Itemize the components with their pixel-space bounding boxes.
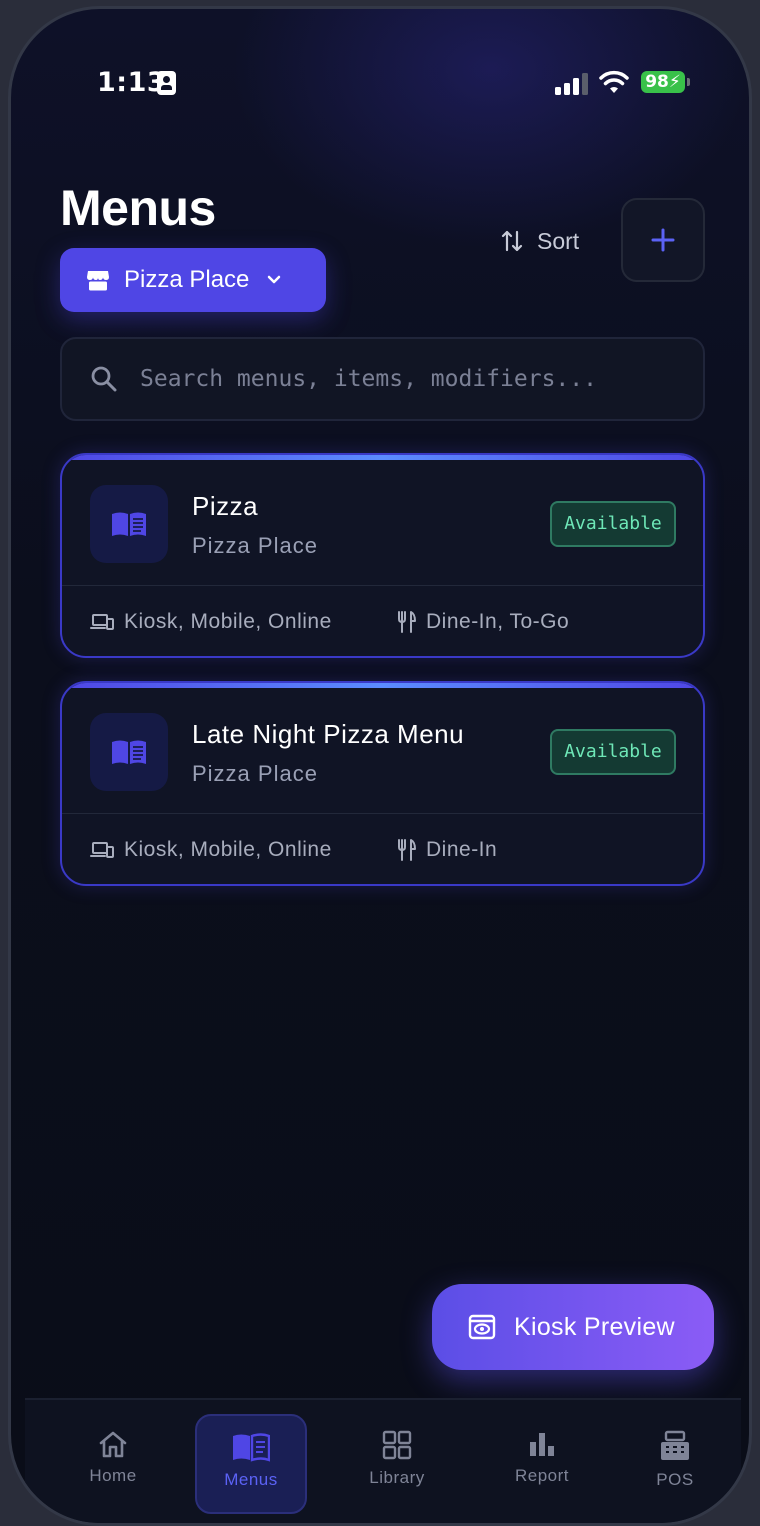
status-badge: Available	[550, 729, 676, 775]
sort-arrows-icon	[501, 230, 523, 252]
kiosk-preview-label: Kiosk Preview	[514, 1312, 675, 1341]
sort-button[interactable]: Sort	[501, 223, 579, 259]
grid-icon	[382, 1430, 412, 1460]
home-icon	[99, 1431, 127, 1458]
nav-label: POS	[656, 1470, 694, 1489]
add-menu-button[interactable]	[621, 198, 705, 282]
channels-label: Kiosk, Mobile, Online	[124, 838, 332, 861]
sort-label: Sort	[537, 227, 580, 254]
kiosk-preview-button[interactable]: Kiosk Preview	[432, 1284, 714, 1370]
menu-thumbnail	[90, 485, 168, 563]
devices-icon	[90, 842, 114, 858]
utensils-icon	[398, 611, 416, 633]
menu-location: Pizza Place	[192, 533, 318, 558]
utensils-icon	[398, 839, 416, 861]
store-icon	[87, 271, 109, 291]
eye-preview-icon	[468, 1314, 496, 1340]
chevron-down-icon	[268, 275, 281, 284]
card-accent-bar	[62, 455, 703, 460]
menu-name: Late Night Pizza Menu	[192, 719, 465, 749]
bar-chart-icon	[530, 1433, 554, 1456]
menu-card[interactable]: Late Night Pizza Menu Pizza Place Availa…	[60, 681, 705, 886]
status-bar: 1:13 98⚡	[11, 67, 749, 103]
cellular-signal-icon	[555, 73, 589, 95]
status-badge: Available	[550, 501, 676, 547]
nav-item-pos[interactable]: POS	[619, 1414, 731, 1514]
search-bar[interactable]	[60, 337, 705, 421]
contact-card-icon	[157, 71, 176, 95]
search-icon	[91, 366, 117, 392]
nav-item-report[interactable]: Report	[486, 1414, 598, 1514]
status-time: 1:13	[97, 67, 167, 98]
nav-label: Library	[369, 1468, 425, 1487]
channels-info: Kiosk, Mobile, Online	[90, 835, 332, 865]
wifi-icon	[599, 70, 629, 93]
channels-info: Kiosk, Mobile, Online	[90, 607, 332, 637]
nav-item-home[interactable]: Home	[57, 1414, 169, 1514]
card-divider	[62, 813, 703, 814]
search-input[interactable]	[140, 366, 610, 392]
nav-item-menus[interactable]: Menus	[195, 1414, 307, 1514]
menu-book-icon	[112, 740, 146, 764]
location-selector-button[interactable]: Pizza Place	[60, 248, 326, 312]
location-selector-label: Pizza Place	[124, 266, 250, 293]
menu-name: Pizza	[192, 491, 259, 521]
order-types-info: Dine-In, To-Go	[396, 607, 569, 637]
order-types-label: Dine-In	[426, 838, 498, 861]
devices-icon	[90, 614, 114, 630]
nav-label: Menus	[224, 1470, 278, 1489]
plus-icon	[651, 228, 675, 252]
menu-card[interactable]: Pizza Pizza Place Available Kiosk, Mobil…	[60, 453, 705, 658]
battery-indicator: 98⚡	[641, 71, 690, 93]
bottom-nav: Home Menus Library Report POS	[25, 1398, 741, 1523]
channels-label: Kiosk, Mobile, Online	[124, 610, 332, 633]
page-title: Menus	[60, 180, 216, 236]
register-icon	[661, 1430, 689, 1460]
menu-thumbnail	[90, 713, 168, 791]
card-divider	[62, 585, 703, 586]
nav-item-library[interactable]: Library	[341, 1414, 453, 1514]
phone-frame: 1:13 98⚡ Menus Pizza Place Sort Search m…	[8, 6, 752, 1526]
menu-location: Pizza Place	[192, 761, 318, 786]
card-accent-bar	[62, 683, 703, 688]
nav-label: Report	[514, 1466, 570, 1485]
nav-label: Home	[89, 1466, 137, 1485]
charging-bolt-icon: ⚡	[668, 72, 681, 92]
order-types-info: Dine-In	[396, 835, 497, 865]
battery-level: 98	[645, 72, 669, 92]
order-types-label: Dine-In, To-Go	[426, 610, 570, 633]
book-icon	[233, 1433, 270, 1462]
menu-book-icon	[112, 512, 146, 536]
